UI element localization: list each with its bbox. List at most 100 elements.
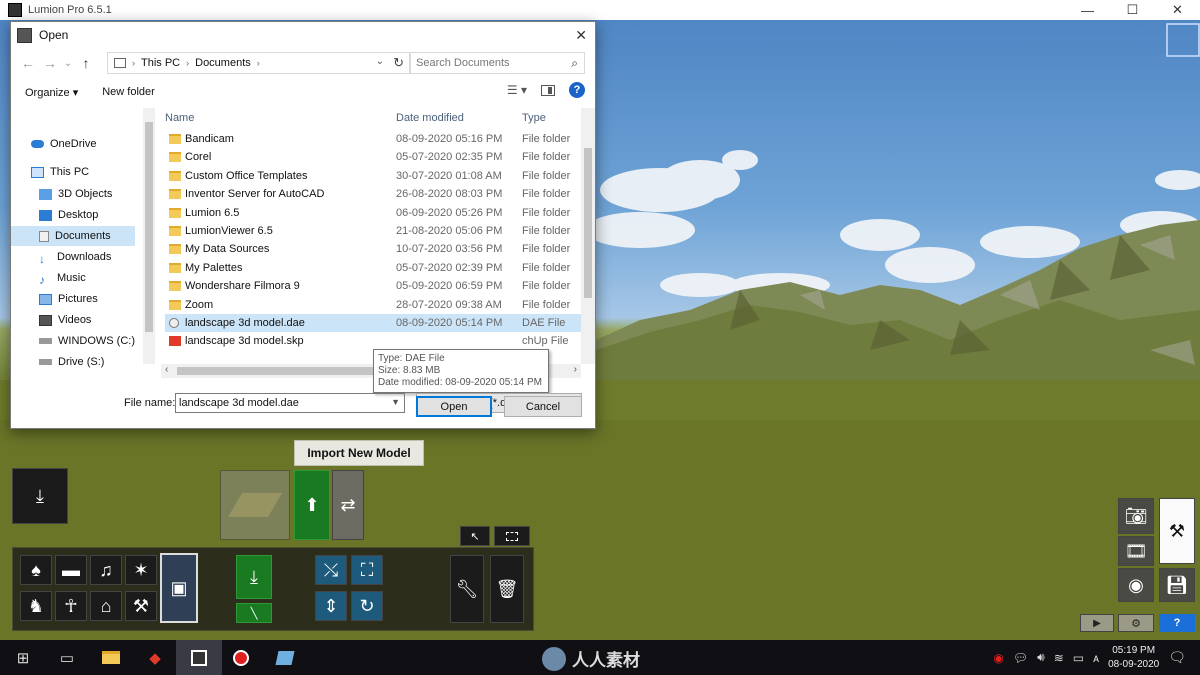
maximize-button[interactable]: ☐	[1110, 0, 1155, 20]
rotate-object-icon[interactable]: ↻	[351, 591, 383, 621]
settings-gear-icon[interactable]: ⚙	[1118, 614, 1154, 632]
model-thumbnail[interactable]	[220, 470, 290, 540]
preview-pane-icon[interactable]	[541, 84, 555, 96]
nav-item-this-pc[interactable]: This PC	[31, 162, 89, 182]
nav-item-music[interactable]: ♪ Music	[39, 268, 86, 288]
column-header-date[interactable]: Date modified	[396, 112, 464, 124]
record-icon[interactable]	[218, 640, 264, 675]
height-object-icon[interactable]: ⇕	[315, 591, 347, 621]
box-select-icon[interactable]	[494, 526, 530, 546]
transport-icon[interactable]: ▬	[55, 555, 87, 585]
language-icon[interactable]: ᴀ	[1093, 651, 1099, 665]
file-explorer-icon[interactable]	[88, 640, 134, 675]
photo-mode-camera-icon[interactable]: 📷︎	[1118, 498, 1154, 534]
nav-pane-scrollbar[interactable]	[143, 108, 155, 364]
indoor-chair-icon[interactable]: ♞	[20, 591, 52, 621]
nav-item-desktop[interactable]: Desktop	[39, 205, 98, 225]
app-taskbar-icon[interactable]	[262, 640, 308, 675]
nav-item-videos[interactable]: Videos	[39, 310, 91, 330]
breadcrumb-this-pc[interactable]: This PC	[141, 57, 180, 69]
pointer-select-icon[interactable]: ↖	[460, 526, 490, 546]
back-arrow-icon[interactable]: ←	[17, 55, 39, 71]
scroll-right-icon[interactable]: ›	[574, 364, 577, 375]
people-icon[interactable]: ☥	[55, 591, 87, 621]
special-objects-icon[interactable]: ⚒	[125, 591, 157, 621]
replace-model-button[interactable]: ⇄	[332, 470, 364, 540]
volume-icon[interactable]: 🔊︎	[1037, 650, 1045, 665]
filename-dropdown-icon[interactable]: ▼	[391, 397, 400, 407]
place-mode-icon[interactable]: ╲	[236, 603, 272, 623]
new-folder-button[interactable]: New folder	[102, 86, 155, 98]
file-row[interactable]: Custom Office Templates 30-07-2020 01:08 …	[165, 167, 581, 185]
file-row[interactable]: landscape 3d model.skp chUp File	[165, 332, 581, 350]
scrollbar-thumb[interactable]	[584, 148, 592, 298]
clock[interactable]: 05:19 PM 08-09-2020	[1108, 644, 1159, 672]
close-window-button[interactable]: ✕	[1155, 0, 1200, 20]
action-center-icon[interactable]: 🗨︎	[1168, 649, 1186, 666]
nav-item-onedrive[interactable]: OneDrive	[31, 134, 96, 154]
organize-button[interactable]: Organize ▾	[25, 86, 78, 99]
imported-models-icon[interactable]: ▣	[160, 553, 198, 623]
file-row[interactable]: My Data Sources 10-07-2020 03:56 PM File f…	[165, 240, 581, 258]
cancel-button[interactable]: Cancel	[504, 396, 582, 417]
import-new-model-button[interactable]: ⬆	[294, 470, 330, 540]
nav-item-3d-objects[interactable]: 3D Objects	[39, 184, 112, 204]
file-row[interactable]: Lumion 6.5 06-09-2020 05:26 PM File folder	[165, 204, 581, 222]
import-icon[interactable]: ⤓	[12, 468, 68, 524]
nav-item-pictures[interactable]: Pictures	[39, 289, 98, 309]
change-view-icon[interactable]: ☰ ▾	[507, 83, 527, 97]
properties-wrench-icon[interactable]: 🔧︎	[450, 555, 484, 623]
nature-tree-icon[interactable]: ♠	[20, 555, 52, 585]
scale-object-icon[interactable]: ⛶	[351, 555, 383, 585]
scrollbar-thumb[interactable]	[177, 367, 377, 375]
scrollbar-thumb[interactable]	[145, 122, 153, 332]
file-row[interactable]: landscape 3d model.dae 08-09-2020 05:14 P…	[165, 314, 581, 332]
file-row[interactable]: Inventor Server for AutoCAD 26-08-2020 08…	[165, 185, 581, 203]
battery-icon[interactable]: ▭	[1073, 651, 1084, 665]
recent-locations-chevron-icon[interactable]: ⌄	[61, 58, 75, 69]
panorama-mode-icon[interactable]: ◉	[1118, 568, 1154, 602]
nav-item-downloads[interactable]: ↓ Downloads	[39, 247, 111, 267]
place-object-icon[interactable]: ⤓	[236, 555, 272, 599]
column-header-type[interactable]: Type	[522, 112, 546, 124]
nav-item-windows-c[interactable]: WINDOWS (C:)	[39, 331, 135, 351]
minimize-button[interactable]: —	[1065, 0, 1110, 20]
sketchup-icon[interactable]: ◆	[132, 640, 178, 675]
help-icon[interactable]: ?	[569, 82, 585, 98]
nav-item-drive-s[interactable]: Drive (S:)	[39, 352, 104, 372]
movie-mode-film-icon[interactable]: 🎞︎	[1118, 536, 1154, 566]
dialog-close-icon[interactable]: ✕	[575, 27, 587, 44]
wifi-icon[interactable]: ≋	[1054, 651, 1064, 665]
file-row[interactable]: Corel 05-07-2020 02:35 PM File folder	[165, 148, 581, 166]
build-mode-icon[interactable]: ⚒	[1159, 498, 1195, 564]
outdoor-house-icon[interactable]: ⌂	[90, 591, 122, 621]
start-windows-icon[interactable]: ⊞	[0, 640, 46, 675]
forward-arrow-icon[interactable]: →	[39, 55, 61, 71]
address-dropdown-icon[interactable]: ⌄	[376, 56, 384, 67]
help-question-icon[interactable]: ?	[1159, 614, 1195, 632]
refresh-icon[interactable]: ↻	[393, 55, 404, 71]
file-row[interactable]: Bandicam 08-09-2020 05:16 PM File folder	[165, 130, 581, 148]
file-row[interactable]: My Palettes 05-07-2020 02:39 PM File folde…	[165, 259, 581, 277]
up-arrow-icon[interactable]: ↑	[75, 55, 97, 71]
lumion-taskbar-icon[interactable]	[176, 640, 222, 675]
search-input[interactable]: Search Documents ⌕	[409, 52, 585, 74]
play-icon[interactable]: ▶	[1080, 614, 1114, 632]
recording-indicator-icon[interactable]: ◉	[993, 651, 1003, 665]
file-row[interactable]: LumionViewer 6.5 21-08-2020 05:06 PM File …	[165, 222, 581, 240]
nav-item-documents[interactable]: Documents	[11, 226, 135, 246]
column-header-name[interactable]: Name	[165, 112, 194, 124]
filename-input[interactable]: landscape 3d model.dae ▼	[175, 393, 405, 413]
delete-trash-icon[interactable]: 🗑︎	[490, 555, 524, 623]
file-row[interactable]: Zoom 28-07-2020 09:38 AM File folder	[165, 296, 581, 314]
sound-music-icon[interactable]: ♫	[90, 555, 122, 585]
scroll-left-icon[interactable]: ‹	[165, 364, 168, 375]
notification-chat-icon[interactable]: 💬︎	[1013, 651, 1028, 665]
task-view-icon[interactable]: ▭	[44, 640, 90, 675]
move-object-icon[interactable]: ⤯	[315, 555, 347, 585]
file-list-scrollbar[interactable]	[581, 108, 595, 364]
file-row[interactable]: Wondershare Filmora 9 05-09-2020 06:59 PM…	[165, 277, 581, 295]
open-button[interactable]: Open	[416, 396, 492, 417]
address-bar[interactable]: › This PC › Documents › ⌄ ↻	[107, 52, 411, 74]
breadcrumb-documents[interactable]: Documents	[195, 57, 251, 69]
